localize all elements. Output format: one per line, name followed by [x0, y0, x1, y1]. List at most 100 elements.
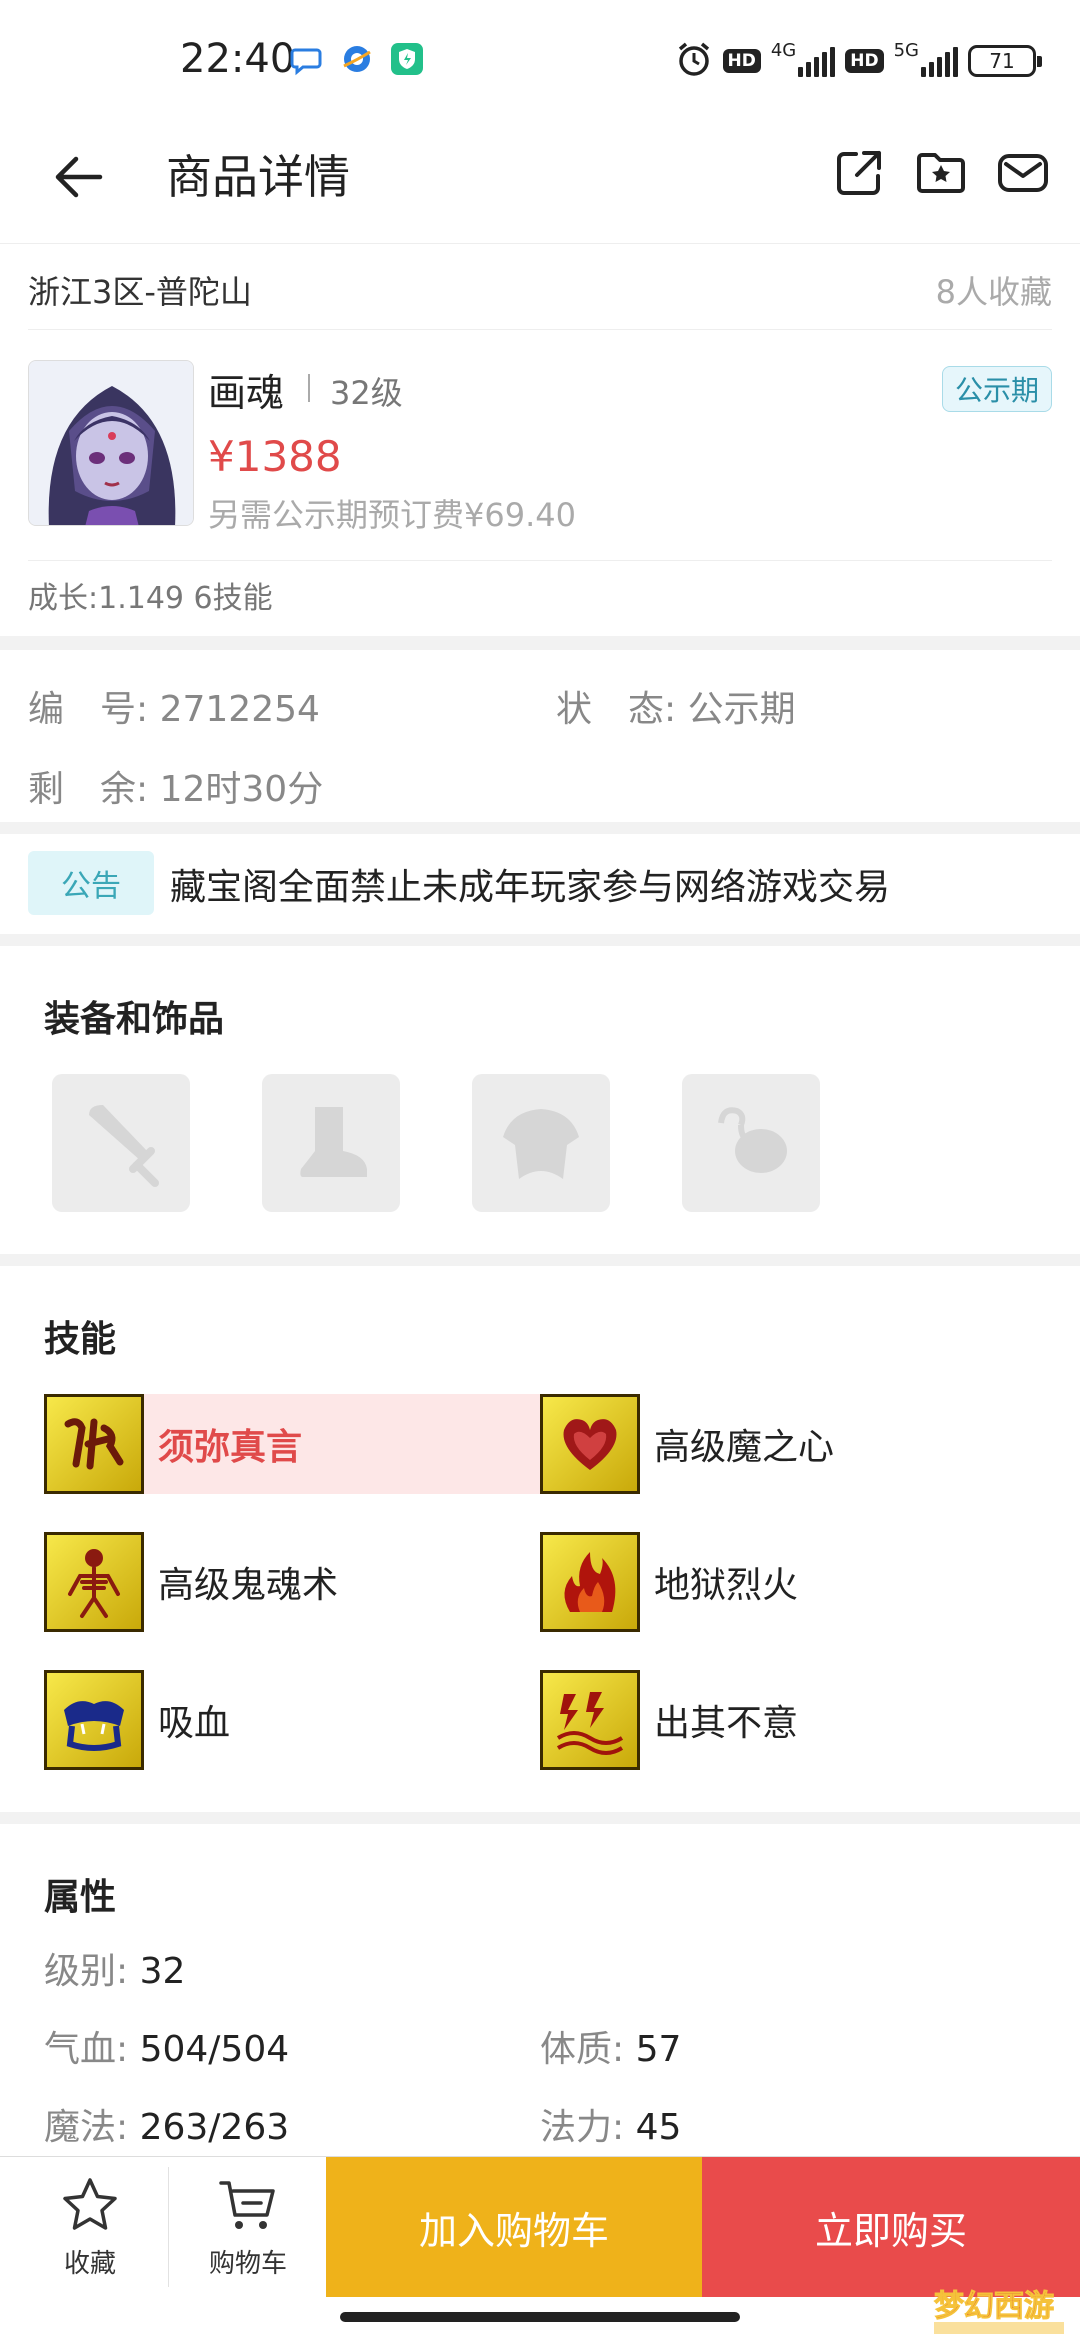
server-name: 浙江3区-普陀山: [28, 272, 252, 311]
armor-icon: [503, 1109, 579, 1179]
page-title: 商品详情: [166, 150, 350, 204]
network-type-label-2: 5G: [893, 39, 919, 61]
equip-slot-ornament[interactable]: [682, 1074, 820, 1212]
attr-hp: 气血: 504/504: [44, 2020, 289, 2072]
status-time: 22:40: [180, 36, 296, 82]
star-icon: [63, 2177, 117, 2230]
favorite-label: 收藏: [63, 2248, 116, 2279]
equip-slot-boots[interactable]: [262, 1074, 400, 1212]
favorite-folder-button[interactable]: [908, 140, 974, 206]
attr-mp-label: 魔法:: [44, 2107, 129, 2148]
attr-constitution-value: 57: [635, 2029, 682, 2070]
attr-level-value: 32: [139, 1951, 186, 1992]
back-button[interactable]: [44, 142, 114, 212]
battery-icon: 71: [968, 45, 1042, 77]
sword-icon: [89, 1105, 159, 1187]
skill-item[interactable]: 高级鬼魂术: [44, 1532, 544, 1632]
remaining-time-value: 12时30分: [159, 769, 324, 810]
share-button[interactable]: [826, 140, 892, 206]
attr-magic-label: 法力:: [540, 2107, 625, 2148]
mail-icon: [998, 154, 1048, 192]
buy-now-button[interactable]: 立即购买: [702, 2157, 1080, 2297]
skill-name: 出其不意: [654, 1703, 799, 1744]
ornament-icon: [718, 1107, 787, 1173]
skills-section-title: 技能: [44, 1319, 117, 1360]
equip-slot-weapon[interactable]: [52, 1074, 190, 1212]
attributes-section-title: 属性: [44, 1877, 117, 1918]
attr-constitution: 体质: 57: [540, 2020, 681, 2072]
rune-icon: [44, 1394, 144, 1494]
message-button[interactable]: [990, 140, 1056, 206]
public-period-tag: 公示期: [941, 366, 1052, 412]
skill-name: 须弥真言: [158, 1427, 303, 1468]
attr-magic: 法力: 45: [540, 2098, 681, 2150]
cart-label: 购物车: [208, 2248, 287, 2279]
shopping-cart-icon: [219, 2180, 275, 2229]
skill-name: 高级魔之心: [654, 1427, 835, 1468]
share-icon: [837, 151, 881, 195]
add-to-cart-button[interactable]: 加入购物车: [326, 2157, 702, 2297]
pet-avatar[interactable]: [28, 360, 194, 526]
attr-level-label: 级别:: [44, 1951, 129, 1992]
price: ¥1388: [208, 432, 342, 481]
equip-slot-armor[interactable]: [472, 1074, 610, 1212]
attr-level: 级别: 32: [44, 1942, 185, 1994]
attr-hp-label: 气血:: [44, 2029, 129, 2070]
pet-level: 32级: [330, 374, 403, 412]
attr-magic-value: 45: [635, 2107, 682, 2148]
attr-mp: 魔法: 263/263: [44, 2098, 289, 2150]
home-indicator[interactable]: [340, 2312, 740, 2322]
alarm-icon: [675, 40, 713, 82]
skill-item[interactable]: 高级魔之心: [540, 1394, 1040, 1494]
skill-name: 地狱烈火: [654, 1565, 799, 1606]
server-row: 浙江3区-普陀山 8人收藏: [28, 250, 1052, 330]
section-gap-4: [0, 1254, 1080, 1266]
cart-button[interactable]: 购物车: [168, 2157, 328, 2297]
item-state-row: 状 态: 公示期: [556, 680, 796, 732]
browser-icon: [340, 42, 374, 76]
product-summary[interactable]: 画魂 32级 公示期 ¥1388 另需公示期预订费¥69.40: [28, 360, 1052, 560]
skill-item[interactable]: 须弥真言: [44, 1394, 544, 1494]
attr-hp-value: 504/504: [139, 2029, 290, 2070]
favorite-button[interactable]: 收藏: [10, 2157, 170, 2297]
hd-badge-2: HD: [845, 49, 884, 73]
bottom-action-bar: 收藏 购物车 加入购物车 立即购买: [0, 2156, 1080, 2297]
item-id-value: 2712254: [159, 689, 320, 730]
signal-strength-icon: [798, 45, 836, 77]
security-shield-icon: [390, 42, 424, 76]
boot-icon: [300, 1107, 367, 1177]
skill-name: 高级鬼魂术: [158, 1565, 339, 1606]
status-bar: 22:40 HD 4G HD 5G 71: [0, 0, 1080, 120]
item-id-row: 编 号: 2712254: [28, 680, 320, 732]
skill-item[interactable]: 出其不意: [540, 1670, 1040, 1770]
remaining-time-row: 剩 余: 12时30分: [28, 760, 323, 812]
item-state-value: 公示期: [687, 689, 796, 730]
hd-badge: HD: [722, 49, 761, 73]
lightning-icon: [540, 1670, 640, 1770]
skeleton-icon: [44, 1532, 144, 1632]
game-logo: 梦幻西游: [930, 2282, 1070, 2338]
notice-text[interactable]: 藏宝阁全面禁止未成年玩家参与网络游戏交易: [170, 858, 890, 910]
item-state-label: 状 态:: [556, 689, 677, 730]
section-gap-2: [0, 822, 1080, 834]
skill-item[interactable]: 吸血: [44, 1670, 544, 1770]
app-header: 商品详情: [0, 120, 1080, 244]
pet-portrait-image: [29, 361, 193, 525]
equipment-section-title: 装备和饰品: [44, 999, 225, 1040]
svg-text:梦幻西游: 梦幻西游: [934, 2289, 1054, 2324]
growth-skills-summary: 成长:1.149 6技能: [28, 560, 1052, 636]
arrow-left-icon: [55, 156, 103, 198]
deposit-fee: 另需公示期预订费¥69.40: [208, 496, 576, 534]
remaining-time-label: 剩 余:: [28, 769, 149, 810]
status-indicators: HD 4G HD 5G 71: [675, 36, 1042, 86]
item-id-label: 编 号:: [28, 689, 149, 730]
notice-tag: 公告: [28, 851, 154, 915]
skill-item[interactable]: 地狱烈火: [540, 1532, 1040, 1632]
network-type-label: 4G: [770, 39, 797, 61]
signal-strength-icon-2: [921, 45, 958, 77]
attr-mp-value: 263/263: [139, 2107, 290, 2148]
fire-icon: [540, 1532, 640, 1632]
attr-constitution-label: 体质:: [540, 2029, 625, 2070]
pet-name: 画魂: [208, 371, 285, 415]
message-bubble-icon: [290, 42, 324, 76]
